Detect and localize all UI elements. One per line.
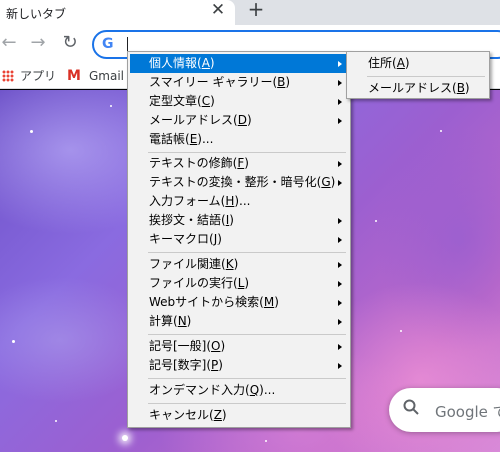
submenu-arrow-icon	[338, 262, 342, 268]
submenu-arrow-icon	[338, 319, 342, 325]
submenu-arrow-icon	[338, 61, 342, 67]
menu-item-on-demand-input[interactable]: オンデマンド入力(Q)...	[130, 381, 348, 400]
menu-item-phonebook[interactable]: 電話帳(E)...	[130, 130, 348, 149]
back-arrow-icon[interactable]: ←	[0, 31, 21, 55]
menu-item-label: ファイル関連(K)	[149, 257, 239, 271]
submenu-item-email-address[interactable]: メールアドレス(B)	[349, 79, 487, 98]
star-decoration	[265, 440, 267, 442]
submenu-arrow-icon	[338, 281, 342, 287]
menu-item-key-macro[interactable]: キーマクロ(J)	[130, 230, 348, 249]
menu-item-label: 定型文章(C)	[149, 94, 215, 108]
star-decoration	[110, 105, 112, 107]
menu-separator	[148, 252, 346, 253]
star-decoration	[12, 340, 15, 343]
menu-item-smiley-gallery[interactable]: スマイリー ギャラリー(B)	[130, 73, 348, 92]
bookmark-label: アプリ	[20, 69, 57, 83]
submenu-arrow-icon	[338, 300, 342, 306]
reload-icon[interactable]: ↻	[58, 31, 82, 55]
menu-separator	[148, 378, 346, 379]
menu-item-label: メールアドレス(D)	[149, 113, 252, 127]
search-icon	[403, 399, 419, 415]
menu-item-label: 計算(N)	[149, 314, 192, 328]
menu-item-label: スマイリー ギャラリー(B)	[149, 75, 291, 89]
menu-item-email-address[interactable]: メールアドレス(D)	[130, 111, 348, 130]
submenu-arrow-icon	[338, 344, 342, 350]
menu-item-symbols-general[interactable]: 記号[一般](O)	[130, 337, 348, 356]
menu-item-greetings[interactable]: 挨拶文・結語(I)	[130, 211, 348, 230]
submenu-arrow-icon	[338, 218, 342, 224]
menu-separator	[148, 152, 346, 153]
apps-grid-icon	[2, 70, 14, 82]
menu-separator	[148, 334, 346, 335]
menu-item-symbols-numbers[interactable]: 記号[数字](P)	[130, 356, 348, 375]
submenu-arrow-icon	[338, 161, 342, 167]
star-decoration	[30, 130, 33, 133]
menu-item-cancel[interactable]: キャンセル(Z)	[130, 406, 348, 425]
menu-item-label: 個人情報(A)	[149, 56, 215, 70]
menu-item-label: 入力フォーム(H)...	[149, 194, 251, 208]
menu-item-label: 電話帳(E)...	[149, 132, 214, 146]
menu-item-text-convert[interactable]: テキストの変換・整形・暗号化(G)	[130, 173, 348, 192]
menu-item-web-search[interactable]: Webサイトから検索(M)	[130, 293, 348, 312]
submenu-arrow-icon	[338, 363, 342, 369]
menu-item-template-text[interactable]: 定型文章(C)	[130, 92, 348, 111]
search-placeholder: Google で	[435, 403, 500, 421]
close-icon[interactable]: ✕	[209, 1, 227, 19]
menu-item-label: キャンセル(Z)	[149, 408, 227, 422]
submenu-arrow-icon	[338, 180, 342, 186]
submenu-arrow-icon	[338, 99, 342, 105]
menu-separator	[367, 76, 485, 77]
tab-new-tab[interactable]: 新しいタブ ✕	[0, 0, 235, 25]
menu-item-input-form[interactable]: 入力フォーム(H)...	[130, 192, 348, 211]
menu-item-label: テキストの修飾(F)	[149, 156, 249, 170]
star-decoration	[375, 220, 377, 222]
forward-arrow-icon[interactable]: →	[26, 31, 50, 55]
submenu-arrow-icon	[338, 80, 342, 86]
star-decoration	[400, 330, 402, 332]
gmail-icon: M	[67, 68, 81, 84]
new-tab-button[interactable]: +	[246, 0, 266, 20]
submenu-arrow-icon	[338, 118, 342, 124]
tab-strip: 新しいタブ ✕ +	[0, 0, 500, 25]
menu-item-label: ファイルの実行(L)	[149, 276, 250, 290]
menu-item-personal-info[interactable]: 個人情報(A)	[130, 54, 348, 73]
menu-item-label: 住所(A)	[368, 56, 410, 70]
menu-item-file-execute[interactable]: ファイルの実行(L)	[130, 274, 348, 293]
personal-info-submenu: 住所(A) メールアドレス(B)	[346, 51, 490, 99]
menu-separator	[148, 403, 346, 404]
bookmark-label: Gmail	[89, 69, 125, 83]
menu-item-label: メールアドレス(B)	[368, 81, 470, 95]
star-decoration	[440, 130, 442, 132]
menu-item-label: 記号[数字](P)	[149, 358, 223, 372]
star-decoration	[122, 435, 128, 441]
google-g-icon: G	[102, 36, 114, 52]
menu-item-label: 挨拶文・結語(I)	[149, 213, 234, 227]
context-menu: 個人情報(A) スマイリー ギャラリー(B) 定型文章(C) メールアドレス(D…	[127, 51, 351, 428]
google-search-box[interactable]: Google で	[389, 388, 500, 432]
menu-item-label: 記号[一般](O)	[149, 339, 226, 353]
menu-item-file-related[interactable]: ファイル関連(K)	[130, 255, 348, 274]
menu-item-label: オンデマンド入力(Q)...	[149, 383, 276, 397]
tab-title: 新しいタブ	[6, 7, 67, 21]
submenu-item-address[interactable]: 住所(A)	[349, 54, 487, 73]
menu-item-text-decoration[interactable]: テキストの修飾(F)	[130, 154, 348, 173]
submenu-arrow-icon	[338, 237, 342, 243]
menu-item-calculate[interactable]: 計算(N)	[130, 312, 348, 331]
menu-item-label: テキストの変換・整形・暗号化(G)	[149, 175, 336, 189]
menu-item-label: Webサイトから検索(M)	[149, 295, 279, 309]
menu-item-label: キーマクロ(J)	[149, 232, 222, 246]
star-decoration	[55, 420, 57, 422]
